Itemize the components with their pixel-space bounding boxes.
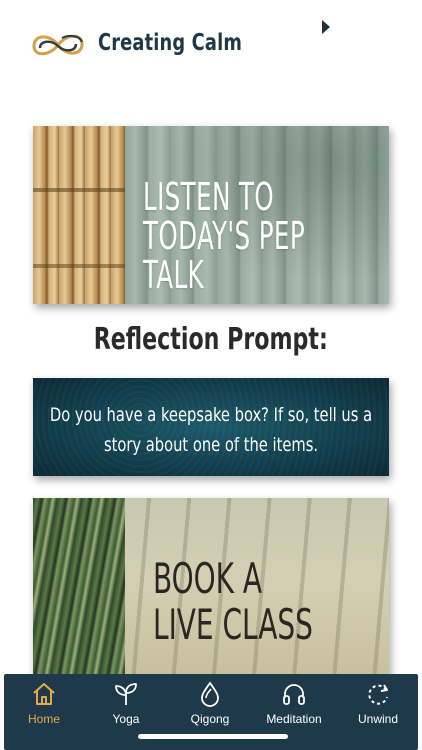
- tab-home[interactable]: Home: [4, 680, 84, 730]
- tab-meditation[interactable]: Meditation: [254, 680, 334, 730]
- book-class-card[interactable]: BOOK A LIVE CLASS: [33, 498, 389, 678]
- app-title: Creating Calm: [98, 30, 243, 56]
- headphones-icon: [283, 684, 305, 705]
- app-header: Creating Calm: [0, 0, 422, 90]
- tab-meditation-label: Meditation: [266, 712, 322, 726]
- pep-talk-text: LISTEN TO TODAY'S PEP TALK: [143, 178, 359, 295]
- tab-unwind[interactable]: Unwind: [338, 680, 418, 730]
- tab-yoga[interactable]: Yoga: [86, 680, 166, 730]
- refresh-icon: [368, 684, 388, 705]
- bamboo-image: [33, 126, 125, 304]
- book-class-line2: LIVE CLASS: [153, 600, 313, 649]
- pep-talk-line1: LISTEN TO: [143, 175, 275, 219]
- book-class-text: BOOK A LIVE CLASS: [153, 556, 375, 648]
- book-class-line1: BOOK A: [153, 554, 262, 603]
- tab-qigong-label: Qigong: [190, 712, 230, 726]
- pep-talk-card[interactable]: LISTEN TO TODAY'S PEP TALK: [33, 126, 389, 304]
- sprout-icon: [115, 683, 137, 705]
- tab-unwind-label: Unwind: [357, 712, 399, 726]
- home-icon: [33, 683, 55, 705]
- prompt-line1: Do you have a keepsake box? If so, tell …: [49, 404, 373, 426]
- pep-talk-line2: TODAY'S PEP TALK: [143, 214, 306, 297]
- prompt-line2: story about one of the items.: [103, 434, 319, 456]
- tab-qigong[interactable]: Qigong: [170, 680, 250, 730]
- drop-icon: [201, 681, 219, 707]
- infinity-logo-icon: [32, 34, 84, 56]
- play-triangle-icon[interactable]: [322, 20, 330, 34]
- reflection-heading: Reflection Prompt:: [93, 322, 329, 357]
- tab-home-label: Home: [27, 712, 60, 726]
- reflection-prompt-card[interactable]: Do you have a keepsake box? If so, tell …: [33, 378, 389, 476]
- forest-image: [33, 498, 125, 678]
- tab-yoga-label: Yoga: [112, 712, 140, 726]
- reflection-prompt-text: Do you have a keepsake box? If so, tell …: [33, 400, 389, 460]
- home-indicator[interactable]: [138, 734, 288, 739]
